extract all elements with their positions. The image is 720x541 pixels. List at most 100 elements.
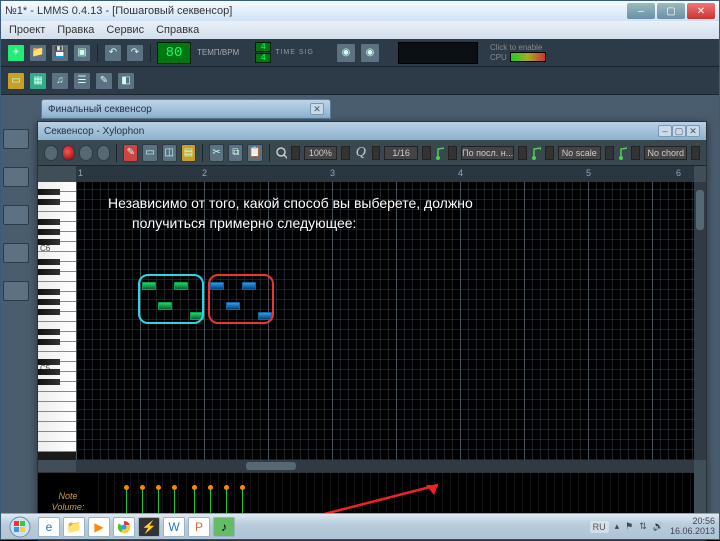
zoom-value[interactable]: 100% (304, 146, 337, 160)
window-titlebar: №1* - LMMS 0.4.13 - [Пошаговый секвенсор… (1, 1, 719, 21)
record-accomp-button[interactable] (79, 145, 93, 161)
quant-down[interactable] (372, 146, 381, 160)
scale-value[interactable]: No scale (558, 146, 601, 160)
app-area: ✦ 📁 💾 ▣ ↶ ↷ 80 ТЕМП/BPM 4 4 TIME SIG ◉ ◉ (1, 39, 719, 513)
undo-button[interactable]: ↶ (104, 44, 122, 62)
draw-tool[interactable]: ✎ (123, 144, 138, 162)
tray-up-icon[interactable]: ▴ (615, 521, 620, 532)
ruler-mark: 1 (78, 168, 83, 178)
ruler-mark: 3 (330, 168, 335, 178)
menu-help[interactable]: Справка (156, 24, 199, 36)
window-close-button[interactable]: ✕ (687, 3, 715, 19)
taskbar-winamp-icon[interactable]: ⚡ (138, 517, 160, 537)
master-volume-knob[interactable]: ◉ (336, 43, 356, 63)
taskbar-lmms-icon[interactable]: ♪ (213, 517, 235, 537)
tempo-display[interactable]: 80 (157, 42, 191, 64)
select-tool[interactable]: ◫ (162, 144, 177, 162)
tray-flag-icon[interactable]: ⚑ (625, 521, 633, 532)
annotation-text: Независимо от того, какой способ вы выбе… (108, 194, 473, 233)
zoom-up[interactable] (341, 146, 350, 160)
sidedock-presets[interactable] (3, 205, 29, 225)
open-button[interactable]: 📁 (29, 44, 47, 62)
master-pitch-knob[interactable]: ◉ (360, 43, 380, 63)
pianoroll-titlebar[interactable]: Секвенсор - Xylophon – ▢ ✕ (38, 122, 706, 140)
copy-button[interactable]: ⧉ (228, 144, 243, 162)
timesig-display[interactable]: 4 4 (255, 42, 271, 63)
taskbar-chrome-icon[interactable] (113, 517, 135, 537)
chord-value[interactable]: No chord (644, 146, 687, 160)
app-window: №1* - LMMS 0.4.13 - [Пошаговый секвенсор… (0, 0, 720, 540)
taskbar-word-icon[interactable]: W (163, 517, 185, 537)
new-button[interactable]: ✦ (7, 44, 25, 62)
tray-sound-icon[interactable]: 🔊 (653, 521, 664, 532)
songeditor-toggle[interactable]: ▭ (7, 72, 25, 90)
ruler[interactable]: 1 2 3 4 5 6 (76, 166, 694, 182)
pianoroll-window: Секвенсор - Xylophon – ▢ ✕ ✎ ▭ ◫ ▤ ✂ ⧉ 📋 (37, 121, 707, 541)
language-indicator[interactable]: RU (590, 521, 609, 533)
chord-up[interactable] (691, 146, 700, 160)
sidedock-samples[interactable] (3, 167, 29, 187)
pianoroll-toggle[interactable]: ♫ (51, 72, 69, 90)
tray-net-icon[interactable]: ⇅ (639, 521, 647, 532)
taskbar-explorer-icon[interactable]: 📁 (63, 517, 85, 537)
pianoroll-body: 1 2 3 4 5 6 (38, 166, 706, 540)
detune-tool[interactable]: ▤ (181, 144, 196, 162)
window-maximize-button[interactable]: ▢ (657, 3, 685, 19)
timesig-bot: 4 (255, 53, 271, 63)
ruler-mark: 4 (458, 168, 463, 178)
sidedock-computer[interactable] (3, 281, 29, 301)
redo-button[interactable]: ↷ (126, 44, 144, 62)
taskbar-wmp-icon[interactable]: ▶ (88, 517, 110, 537)
notelen-up[interactable] (518, 146, 527, 160)
pianoroll-max-button[interactable]: ▢ (672, 125, 686, 137)
record-button[interactable] (62, 145, 76, 161)
piano-keys[interactable]: C6 C5 (38, 182, 76, 460)
clock-date: 16.06.2013 (670, 527, 715, 537)
erase-tool[interactable]: ▭ (142, 144, 157, 162)
start-button[interactable] (5, 516, 35, 538)
songeditor-window[interactable]: Финальный секвенсор ✕ (41, 99, 331, 119)
quant-value[interactable]: 1/16 (384, 146, 417, 160)
bbeditor-toggle[interactable]: ▦ (29, 72, 47, 90)
scale-up[interactable] (605, 146, 614, 160)
menu-tools[interactable]: Сервис (106, 24, 144, 36)
notelen-down[interactable] (448, 146, 457, 160)
notes-toggle[interactable]: ✎ (95, 72, 113, 90)
taskbar-powerpoint-icon[interactable]: P (188, 517, 210, 537)
paste-button[interactable]: 📋 (247, 144, 262, 162)
taskbar-clock[interactable]: 20:56 16.06.2013 (670, 517, 715, 537)
visualizer[interactable] (398, 42, 478, 64)
sidedock-instruments[interactable] (3, 129, 29, 149)
notelen-icon (435, 146, 445, 160)
window-minimize-button[interactable]: – (627, 3, 655, 19)
zoom-down[interactable] (291, 146, 300, 160)
fx-mixer-toggle[interactable]: ☰ (73, 72, 91, 90)
cut-button[interactable]: ✂ (209, 144, 224, 162)
pianoroll-min-button[interactable]: – (658, 125, 672, 137)
save-button[interactable]: 💾 (51, 44, 69, 62)
scale-down[interactable] (545, 146, 554, 160)
menu-bar: Проект Правка Сервис Справка (1, 21, 719, 39)
export-button[interactable]: ▣ (73, 44, 91, 62)
songeditor-close[interactable]: ✕ (310, 103, 324, 115)
stop-button[interactable] (97, 145, 111, 161)
pianoroll-scroll-vertical[interactable] (694, 182, 706, 460)
menu-project[interactable]: Проект (9, 24, 45, 36)
zoom-icon (275, 146, 287, 160)
scale-icon (531, 146, 541, 160)
menu-edit[interactable]: Правка (57, 24, 94, 36)
system-tray: RU ▴ ⚑ ⇅ 🔊 20:56 16.06.2013 (590, 517, 715, 537)
pianoroll-scroll-horizontal[interactable] (76, 460, 694, 472)
taskbar-ie-icon[interactable]: e (38, 517, 60, 537)
play-button[interactable] (44, 145, 58, 161)
timesig-label: TIME SIG (275, 49, 314, 56)
sidedock-home[interactable] (3, 243, 29, 263)
highlight-red (208, 274, 274, 324)
pianoroll-close-button[interactable]: ✕ (686, 125, 700, 137)
controller-toggle[interactable]: ◧ (117, 72, 135, 90)
quant-up[interactable] (422, 146, 431, 160)
notelen-value[interactable]: По посл. н... (461, 146, 514, 160)
songeditor-title: Финальный секвенсор (48, 104, 152, 115)
chord-down[interactable] (631, 146, 640, 160)
cpu-meter (510, 52, 546, 62)
